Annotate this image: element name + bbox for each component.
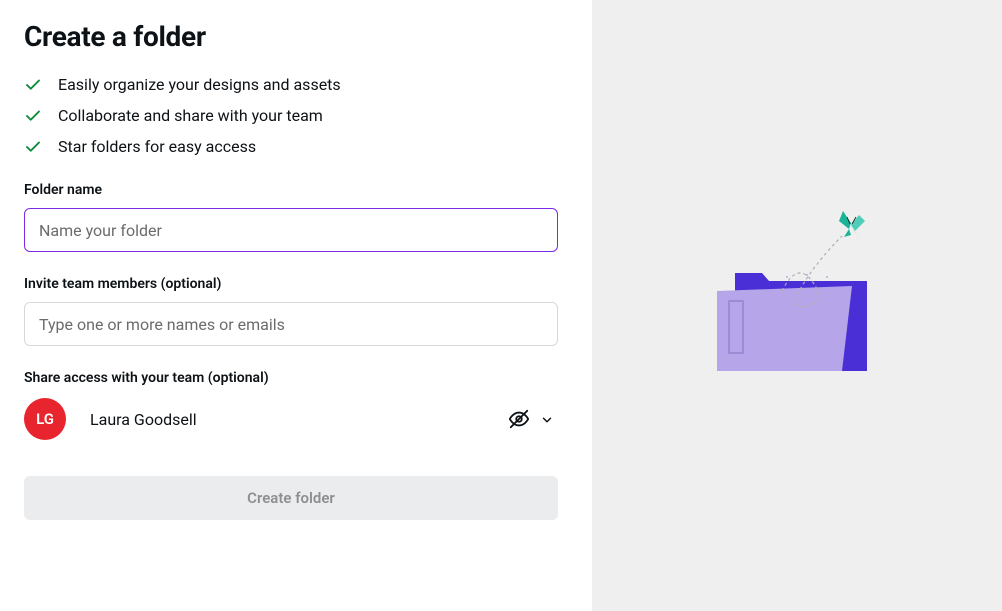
benefit-item: Easily organize your designs and assets (24, 75, 568, 94)
create-folder-button[interactable]: Create folder (24, 476, 558, 520)
invite-members-field-group: Invite team members (optional) (24, 276, 568, 346)
benefit-text: Collaborate and share with your team (58, 106, 323, 125)
access-level-dropdown[interactable] (504, 404, 558, 434)
page-title: Create a folder (24, 20, 568, 53)
folder-name-field-group: Folder name (24, 182, 568, 252)
share-access-label: Share access with your team (optional) (24, 370, 568, 386)
chevron-down-icon (540, 412, 554, 426)
illustration-panel (592, 0, 1002, 611)
folder-name-input[interactable] (24, 208, 558, 252)
benefit-item: Collaborate and share with your team (24, 106, 568, 125)
check-icon (24, 76, 42, 94)
form-panel: Create a folder Easily organize your des… (0, 0, 592, 611)
share-team-row: LG Laura Goodsell (24, 398, 558, 440)
avatar: LG (24, 398, 66, 440)
team-name: Laura Goodsell (90, 410, 492, 429)
folder-name-label: Folder name (24, 182, 568, 198)
benefits-list: Easily organize your designs and assets … (24, 75, 568, 156)
invite-members-input[interactable] (24, 302, 558, 346)
invite-members-label: Invite team members (optional) (24, 276, 568, 292)
benefit-text: Easily organize your designs and assets (58, 75, 341, 94)
share-access-section: Share access with your team (optional) L… (24, 370, 568, 440)
benefit-text: Star folders for easy access (58, 137, 256, 156)
folder-illustration (687, 191, 907, 391)
eye-off-icon (508, 408, 530, 430)
check-icon (24, 107, 42, 125)
check-icon (24, 138, 42, 156)
benefit-item: Star folders for easy access (24, 137, 568, 156)
